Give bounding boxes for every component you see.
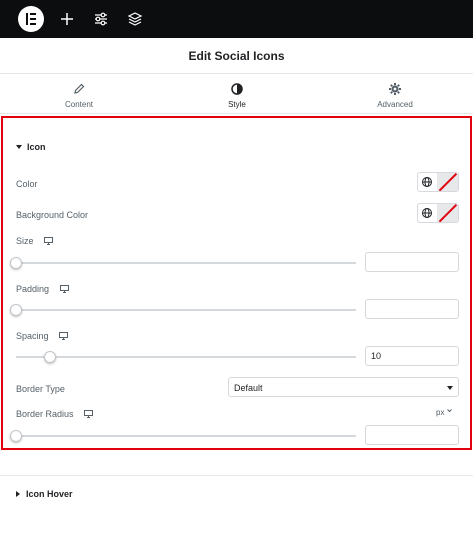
tab-style[interactable]: Style bbox=[158, 74, 316, 114]
globe-icon[interactable] bbox=[421, 207, 433, 219]
icon-hover-section[interactable]: Icon Hover bbox=[0, 475, 473, 513]
border-radius-input[interactable] bbox=[365, 425, 459, 445]
spacing-input[interactable] bbox=[365, 346, 459, 366]
desktop-icon[interactable] bbox=[59, 331, 69, 340]
globe-icon[interactable] bbox=[421, 176, 433, 188]
unit-selector[interactable]: px bbox=[436, 408, 453, 417]
spacing-label: Spacing bbox=[16, 331, 49, 341]
border-type-select[interactable]: Default bbox=[228, 377, 459, 397]
background-color-swatch[interactable] bbox=[437, 204, 458, 222]
color-label: Color bbox=[16, 179, 38, 189]
spacing-slider[interactable] bbox=[16, 351, 356, 363]
background-color-label: Background Color bbox=[16, 210, 89, 220]
size-label: Size bbox=[16, 236, 34, 246]
size-slider[interactable] bbox=[10, 257, 356, 269]
layers-icon[interactable] bbox=[127, 11, 143, 27]
spacing-label-wrap: Spacing bbox=[16, 331, 69, 341]
gear-icon bbox=[389, 83, 401, 95]
contrast-icon bbox=[231, 83, 243, 95]
padding-label-wrap: Padding bbox=[16, 284, 69, 294]
border-radius-slider[interactable] bbox=[10, 430, 356, 442]
padding-label: Padding bbox=[16, 284, 50, 294]
chevron-down-icon bbox=[447, 409, 453, 413]
desktop-icon[interactable] bbox=[44, 236, 54, 245]
tab-content[interactable]: Content bbox=[0, 74, 158, 114]
color-swatch[interactable] bbox=[437, 173, 458, 191]
tab-advanced-label: Advanced bbox=[377, 100, 413, 109]
desktop-icon[interactable] bbox=[84, 409, 94, 418]
border-radius-label-wrap: Border Radius bbox=[16, 409, 94, 419]
caret-down-icon bbox=[16, 144, 22, 149]
unit-label: px bbox=[436, 408, 445, 417]
elementor-logo-icon[interactable] bbox=[18, 6, 44, 32]
pencil-icon bbox=[74, 83, 85, 94]
icon-section-title: Icon bbox=[27, 142, 46, 152]
top-toolbar bbox=[0, 0, 473, 38]
color-control bbox=[417, 172, 459, 192]
size-label-wrap: Size bbox=[16, 236, 54, 246]
padding-input[interactable] bbox=[365, 299, 459, 319]
background-color-control bbox=[417, 203, 459, 223]
panel-title: Edit Social Icons bbox=[0, 38, 473, 74]
padding-slider[interactable] bbox=[10, 304, 356, 316]
icon-hover-title: Icon Hover bbox=[26, 489, 73, 499]
plus-icon[interactable] bbox=[59, 11, 75, 27]
tab-advanced[interactable]: Advanced bbox=[316, 74, 474, 114]
sliders-icon[interactable] bbox=[93, 11, 109, 27]
desktop-icon[interactable] bbox=[59, 284, 69, 293]
icon-hover-header: Icon Hover bbox=[16, 489, 73, 499]
tab-bar: Content Style Advanced bbox=[0, 74, 473, 114]
icon-style-section: Icon Color Background Color Size Padding… bbox=[1, 116, 472, 450]
size-input[interactable] bbox=[365, 252, 459, 272]
tab-style-label: Style bbox=[228, 100, 246, 109]
icon-section-header[interactable]: Icon bbox=[16, 142, 46, 152]
border-type-label: Border Type bbox=[16, 384, 65, 394]
chevron-down-icon bbox=[447, 386, 453, 390]
border-type-value: Default bbox=[234, 383, 263, 393]
border-radius-label: Border Radius bbox=[16, 409, 74, 419]
caret-right-icon bbox=[16, 490, 20, 497]
tab-content-label: Content bbox=[64, 100, 94, 109]
